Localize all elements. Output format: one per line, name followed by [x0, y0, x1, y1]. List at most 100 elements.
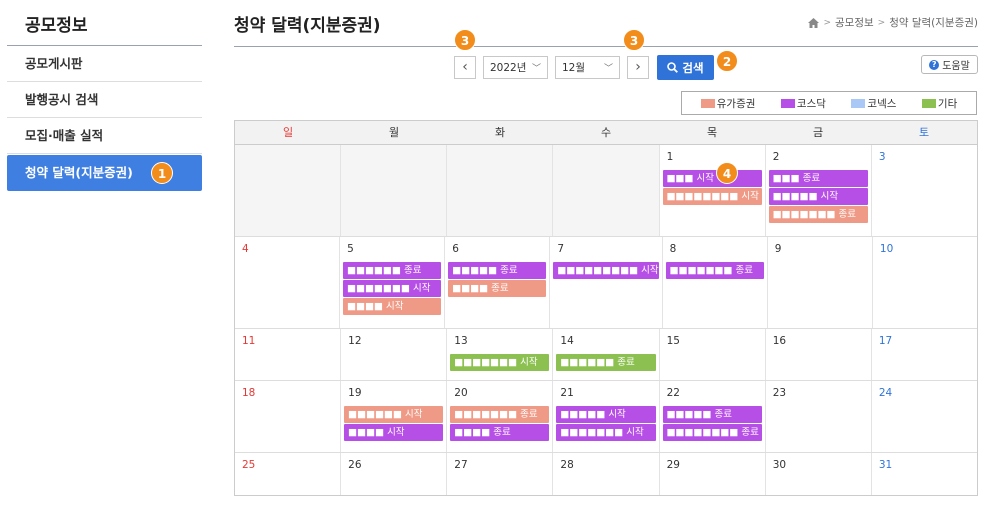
legend-item-kospi: 유가증권	[700, 96, 756, 111]
day-number: 21	[560, 387, 574, 399]
weekday-header: 일 월 화 수 목 금 토	[235, 121, 977, 145]
day-number	[447, 151, 552, 165]
chevron-right-icon: ›	[635, 59, 641, 75]
chevron-left-icon: ‹	[462, 59, 468, 75]
calendar-event[interactable]: ■■■■■ 시작	[768, 188, 868, 205]
breadcrumb-item: 청약 달력(지분증권)	[889, 17, 978, 29]
event-list: ■■■■■■■ 종료	[663, 262, 767, 279]
event-list: ■■■■■■ 시작 ■■■■ 시작	[341, 406, 446, 441]
calendar-day-cell	[235, 145, 342, 236]
prev-month-button[interactable]: ‹	[454, 56, 476, 79]
calendar-day-cell: 16	[766, 329, 872, 380]
breadcrumb-item[interactable]: 공모정보	[835, 15, 874, 30]
sidebar-item-disclosure-search[interactable]: 발행공시 검색	[7, 82, 202, 118]
calendar-event[interactable]: ■■■■ 시작	[344, 424, 444, 441]
calendar-event[interactable]: ■■■■ 종료	[450, 424, 550, 441]
day-number: 15	[666, 335, 680, 347]
calendar-day-cell	[341, 145, 448, 236]
sidebar-title: 공모정보	[7, 0, 202, 46]
calendar-event[interactable]: ■■■■■■■■■ 시작	[553, 262, 659, 279]
calendar-day-cell: 30	[766, 453, 872, 495]
legend-swatch	[851, 98, 866, 108]
sidebar-item-label: 청약 달력(지분증권)	[25, 165, 133, 180]
chevron-right-icon: >	[877, 17, 886, 28]
legend-label: 코스닥	[796, 97, 826, 110]
calendar-event[interactable]: ■■■ 시작	[662, 170, 762, 187]
event-list: ■■■■■ 종료 ■■■■■■■■ 종료	[660, 406, 765, 441]
day-number: 29	[666, 459, 680, 471]
event-list: ■■■■■■ 종료	[553, 354, 658, 371]
sidebar-item-offering-results[interactable]: 모집·매출 실적	[7, 118, 202, 154]
day-number: 16	[772, 335, 787, 347]
day-number: 26	[348, 459, 362, 471]
calendar-day-cell: 9	[768, 237, 873, 328]
calendar-event[interactable]: ■■■■ 시작	[343, 298, 442, 315]
calendar-day-cell: 5 ■■■■■■ 종료 ■■■■■■■ 시작 ■■■■ 시작	[340, 237, 446, 328]
calendar-event[interactable]: ■■■■■■■ 종료	[665, 262, 764, 279]
calendar-day-cell: 25	[235, 453, 342, 495]
calendar-event[interactable]: ■■■■ 종료	[448, 280, 547, 297]
page-title: 청약 달력(지분증권)	[234, 16, 381, 36]
calendar-event[interactable]: ■■■■■■■ 시작	[450, 354, 550, 371]
step-badge: 3	[623, 29, 645, 51]
calendar-day-cell: 21 ■■■■■ 시작 ■■■■■■■ 시작	[553, 381, 660, 452]
day-number: 25	[242, 459, 256, 471]
calendar-event[interactable]: ■■■ 종료	[768, 170, 868, 187]
sidebar-item-board[interactable]: 공모게시판	[7, 46, 202, 82]
calendar-event[interactable]: ■■■■■■■ 시작	[556, 424, 656, 441]
day-number: 23	[772, 387, 787, 399]
calendar-event[interactable]: ■■■■■■■■ 시작	[662, 188, 762, 205]
calendar-day-cell: 7 ■■■■■■■■■ 시작	[550, 237, 663, 328]
day-number: 28	[560, 459, 574, 471]
calendar-event[interactable]: ■■■■■ 종료	[662, 406, 762, 423]
calendar-day-cell: 19 ■■■■■■ 시작 ■■■■ 시작	[341, 381, 448, 452]
weekday-wed: 수	[600, 126, 612, 139]
step-badge: 4	[716, 162, 738, 184]
step-badge: 2	[716, 50, 738, 72]
calendar-event[interactable]: ■■■■■■ 종료	[556, 354, 656, 371]
event-list: ■■■ 시작 ■■■■■■■■ 시작	[660, 170, 765, 205]
calendar-day-cell: 12	[341, 329, 448, 380]
chevron-right-icon: >	[823, 17, 831, 28]
calendar-event[interactable]: ■■■■■■■ 시작	[343, 280, 442, 297]
calendar-day-cell	[447, 145, 554, 236]
legend-label: 유가증권	[716, 97, 756, 110]
day-number: 6	[452, 243, 459, 255]
day-number: 9	[774, 243, 782, 255]
calendar-event[interactable]: ■■■■■ 시작	[556, 406, 656, 423]
calendar-event[interactable]: ■■■■■ 종료	[448, 262, 547, 279]
legend-swatch	[780, 98, 795, 108]
event-list: ■■■ 종료 ■■■■■ 시작 ■■■■■■■ 종료	[766, 170, 871, 223]
calendar-week-row: 11 12 13 ■■■■■■■ 시작 14 ■■■■■■ 종료 15 16 17	[235, 329, 977, 381]
calendar-day-cell: 17	[872, 329, 977, 380]
calendar-day-cell: 15	[660, 329, 766, 380]
sidebar-item-subscription-calendar[interactable]: 청약 달력(지분증권) 1	[7, 155, 202, 191]
day-number	[341, 151, 446, 165]
weekday-sun: 일	[282, 126, 294, 139]
calendar-event[interactable]: ■■■■■■■ 종료	[768, 206, 868, 223]
year-value: 2022년	[490, 62, 527, 74]
year-select[interactable]: 2022년 ﹀	[483, 56, 548, 79]
calendar-day-cell: 24	[872, 381, 977, 452]
help-button[interactable]: ? 도움말	[921, 55, 978, 74]
calendar-event[interactable]: ■■■■■■■■ 종료	[662, 424, 762, 441]
calendar-day-cell	[553, 145, 660, 236]
sidebar: 공모정보 공모게시판 발행공시 검색 모집·매출 실적 청약 달력(지분증권) …	[7, 0, 202, 191]
search-button[interactable]: 검색	[657, 55, 714, 80]
calendar-event[interactable]: ■■■■■■ 종료	[343, 262, 442, 279]
calendar-day-cell: 26	[341, 453, 448, 495]
day-number: 18	[242, 387, 256, 399]
day-number: 17	[878, 335, 893, 347]
calendar-day-cell: 20 ■■■■■■■ 종료 ■■■■ 종료	[447, 381, 554, 452]
calendar-day-cell: 31	[872, 453, 977, 495]
month-select[interactable]: 12월 ﹀	[555, 56, 620, 79]
calendar-event[interactable]: ■■■■■■ 시작	[344, 406, 444, 423]
day-number: 24	[878, 387, 893, 399]
search-label: 검색	[682, 60, 704, 75]
calendar-event[interactable]: ■■■■■■■ 종료	[450, 406, 550, 423]
calendar-day-cell: 3	[872, 145, 977, 236]
calendar-day-cell: 23	[766, 381, 872, 452]
event-list: ■■■■■■■■■ 시작	[550, 262, 661, 279]
home-icon[interactable]	[808, 17, 820, 28]
next-month-button[interactable]: ›	[627, 56, 649, 79]
